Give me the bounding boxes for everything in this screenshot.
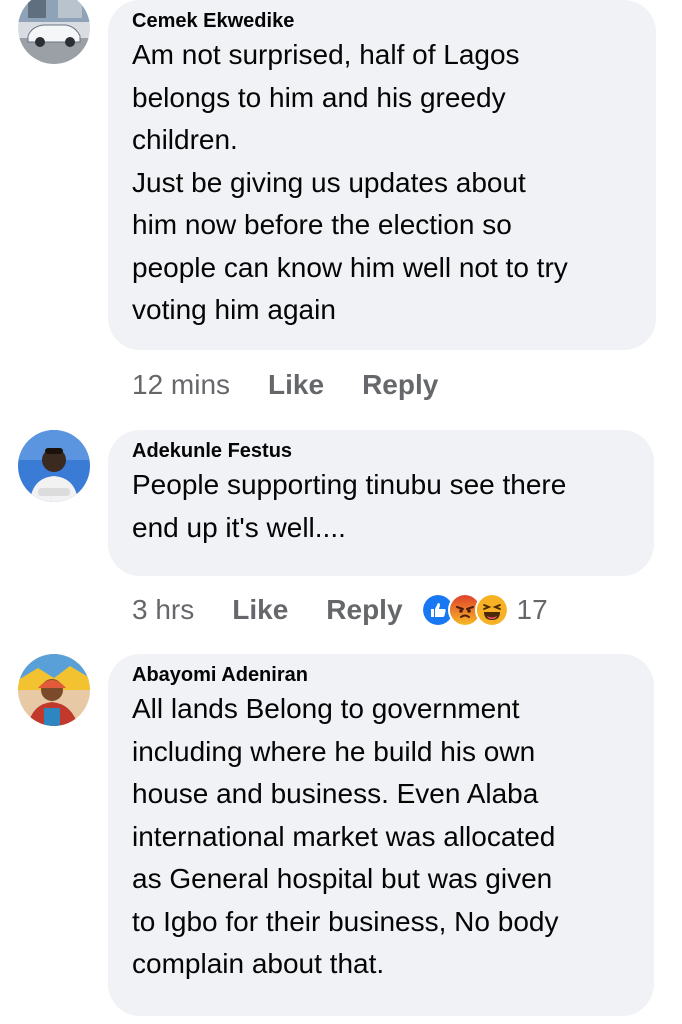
avatar[interactable] [18, 430, 90, 502]
comment-bubble: Adekunle Festus People supporting tinubu… [108, 430, 654, 576]
avatar[interactable] [18, 654, 90, 726]
comment-timestamp[interactable]: 3 hrs [132, 594, 194, 626]
comment-text: Am not surprised, half of Lagos belongs … [132, 39, 568, 325]
comment-author[interactable]: Adekunle Festus [132, 438, 630, 464]
reaction-count: 17 [516, 594, 548, 625]
reaction-summary[interactable]: 17 [420, 593, 548, 627]
haha-icon [474, 593, 509, 627]
comment-timestamp[interactable]: 12 mins [132, 369, 230, 401]
reply-button[interactable]: Reply [362, 369, 438, 401]
comment-bubble: Abayomi Adeniran All lands Belong to gov… [108, 654, 654, 1016]
comment-bubble: Cemek Ekwedike Am not surprised, half of… [108, 0, 656, 350]
like-button[interactable]: Like [268, 369, 324, 401]
comment-author[interactable]: Cemek Ekwedike [132, 8, 632, 34]
comment-text: All lands Belong to government including… [132, 693, 559, 979]
comment-author[interactable]: Abayomi Adeniran [132, 662, 630, 688]
like-button[interactable]: Like [232, 594, 288, 626]
comment-text: People supporting tinubu see there end u… [132, 469, 567, 543]
reply-button[interactable]: Reply [326, 594, 402, 626]
comment-actions: 12 mins Like Reply [132, 365, 438, 405]
avatar[interactable] [18, 0, 90, 64]
comment-actions: 3 hrs Like Reply 17 [132, 590, 548, 630]
